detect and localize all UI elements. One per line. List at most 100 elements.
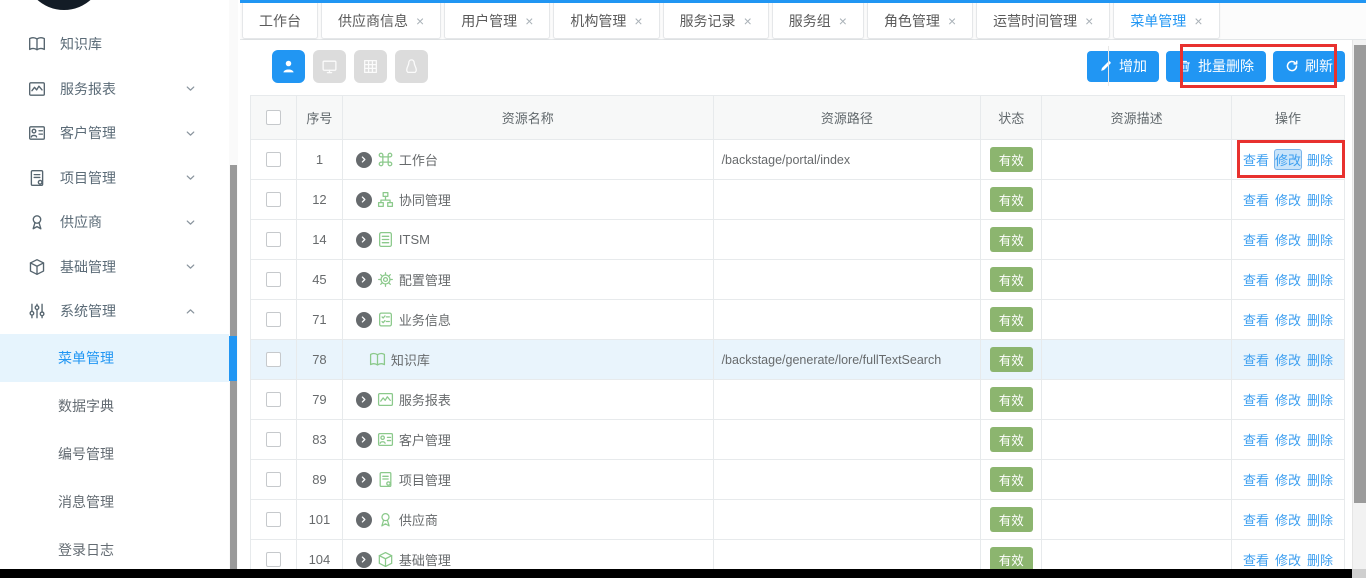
delete-link[interactable]: 删除 — [1307, 230, 1333, 249]
submenu-item-4[interactable]: 消息管理 — [0, 478, 229, 526]
row-checkbox[interactable] — [266, 272, 281, 287]
row-path-cell — [714, 500, 982, 539]
submenu-item-1[interactable]: 菜单管理 — [0, 334, 229, 382]
delete-link[interactable]: 删除 — [1307, 150, 1333, 169]
row-checkbox[interactable] — [266, 232, 281, 247]
delete-link[interactable]: 删除 — [1307, 390, 1333, 409]
expand-icon[interactable] — [356, 232, 372, 248]
modify-link[interactable]: 修改 — [1275, 190, 1301, 209]
tab-2[interactable]: 供应商信息× — [321, 3, 441, 39]
tab-1[interactable]: 工作台 — [242, 3, 318, 39]
expand-icon[interactable] — [356, 512, 372, 528]
modify-link[interactable]: 修改 — [1275, 470, 1301, 489]
delete-link[interactable]: 删除 — [1307, 510, 1333, 529]
delete-link[interactable]: 删除 — [1307, 550, 1333, 569]
submenu-item-label: 消息管理 — [58, 492, 114, 512]
expand-icon[interactable] — [356, 192, 372, 208]
refresh-button[interactable]: 刷新 — [1273, 51, 1345, 82]
tab-close-icon[interactable]: × — [416, 14, 424, 28]
tab-close-icon[interactable]: × — [1194, 14, 1202, 28]
delete-link[interactable]: 删除 — [1307, 270, 1333, 289]
row-checkbox[interactable] — [266, 192, 281, 207]
row-checkbox[interactable] — [266, 512, 281, 527]
tab-3[interactable]: 用户管理× — [444, 3, 550, 39]
sidebar-item-3[interactable]: 客户管理 — [0, 111, 229, 156]
tab-close-icon[interactable]: × — [525, 14, 533, 28]
expand-icon[interactable] — [356, 272, 372, 288]
expand-icon[interactable] — [356, 552, 372, 568]
tab-8[interactable]: 运营时间管理× — [976, 3, 1110, 39]
toolbar-monitor-button[interactable] — [313, 50, 346, 83]
row-id-cell: 79 — [297, 380, 343, 419]
view-link[interactable]: 查看 — [1243, 190, 1269, 209]
row-actions-cell: 查看修改删除 — [1232, 420, 1344, 459]
modify-link[interactable]: 修改 — [1275, 270, 1301, 289]
modify-link[interactable]: 修改 — [1275, 310, 1301, 329]
modify-link[interactable]: 修改 — [1275, 230, 1301, 249]
add-button[interactable]: 增加 — [1087, 51, 1159, 82]
table-row: 79服务报表有效查看修改删除 — [251, 380, 1344, 420]
view-link[interactable]: 查看 — [1243, 390, 1269, 409]
view-link[interactable]: 查看 — [1243, 350, 1269, 369]
sidebar-scrollbar[interactable] — [229, 0, 238, 578]
view-link[interactable]: 查看 — [1243, 270, 1269, 289]
sidebar-item-2[interactable]: 服务报表 — [0, 67, 229, 112]
row-checkbox[interactable] — [266, 352, 281, 367]
expand-icon[interactable] — [356, 312, 372, 328]
view-link[interactable]: 查看 — [1243, 310, 1269, 329]
sitemap-icon — [377, 191, 394, 208]
view-link[interactable]: 查看 — [1243, 510, 1269, 529]
delete-link[interactable]: 删除 — [1307, 190, 1333, 209]
submenu-item-2[interactable]: 数据字典 — [0, 382, 229, 430]
tab-9[interactable]: 菜单管理× — [1113, 3, 1219, 39]
expand-icon[interactable] — [356, 152, 372, 168]
view-link[interactable]: 查看 — [1243, 230, 1269, 249]
sidebar-item-7[interactable]: 系统管理 — [0, 289, 229, 334]
row-checkbox[interactable] — [266, 152, 281, 167]
view-link[interactable]: 查看 — [1243, 550, 1269, 569]
tab-7[interactable]: 角色管理× — [867, 3, 973, 39]
toolbar-person-button[interactable] — [272, 50, 305, 83]
sidebar-item-6[interactable]: 基础管理 — [0, 245, 229, 290]
tab-4[interactable]: 机构管理× — [553, 3, 659, 39]
delete-link[interactable]: 删除 — [1307, 350, 1333, 369]
submenu-item-3[interactable]: 编号管理 — [0, 430, 229, 478]
row-checkbox[interactable] — [266, 312, 281, 327]
modify-link[interactable]: 修改 — [1275, 350, 1301, 369]
sidebar-item-4[interactable]: 项目管理 — [0, 156, 229, 201]
select-all-checkbox[interactable] — [266, 110, 281, 125]
toolbar-penguin-button[interactable] — [395, 50, 428, 83]
sidebar-item-5[interactable]: 供应商 — [0, 200, 229, 245]
row-checkbox[interactable] — [266, 392, 281, 407]
delete-link[interactable]: 删除 — [1307, 310, 1333, 329]
tab-close-icon[interactable]: × — [948, 14, 956, 28]
main-scrollbar-thumb[interactable] — [1354, 45, 1366, 503]
view-link[interactable]: 查看 — [1243, 470, 1269, 489]
tab-close-icon[interactable]: × — [744, 14, 752, 28]
modify-link[interactable]: 修改 — [1275, 390, 1301, 409]
delete-link[interactable]: 删除 — [1307, 430, 1333, 449]
modify-link[interactable]: 修改 — [1275, 430, 1301, 449]
tab-5[interactable]: 服务记录× — [663, 3, 769, 39]
main-scrollbar[interactable] — [1352, 40, 1366, 578]
expand-icon[interactable] — [356, 392, 372, 408]
tab-close-icon[interactable]: × — [634, 14, 642, 28]
row-checkbox[interactable] — [266, 552, 281, 567]
row-checkbox[interactable] — [266, 472, 281, 487]
tab-close-icon[interactable]: × — [839, 14, 847, 28]
tab-6[interactable]: 服务组× — [772, 3, 864, 39]
submenu-item-5[interactable]: 登录日志 — [0, 526, 229, 574]
modify-link[interactable]: 修改 — [1275, 550, 1301, 569]
expand-icon[interactable] — [356, 472, 372, 488]
expand-icon[interactable] — [356, 432, 372, 448]
modify-link[interactable]: 修改 — [1275, 150, 1301, 169]
row-checkbox[interactable] — [266, 432, 281, 447]
view-link[interactable]: 查看 — [1243, 430, 1269, 449]
view-link[interactable]: 查看 — [1243, 150, 1269, 169]
toolbar-grid-button[interactable] — [354, 50, 387, 83]
modify-link[interactable]: 修改 — [1275, 510, 1301, 529]
sidebar-item-1[interactable]: 知识库 — [0, 22, 229, 67]
batch-delete-button[interactable]: 批量删除 — [1166, 51, 1266, 82]
tab-close-icon[interactable]: × — [1085, 14, 1093, 28]
delete-link[interactable]: 删除 — [1307, 470, 1333, 489]
